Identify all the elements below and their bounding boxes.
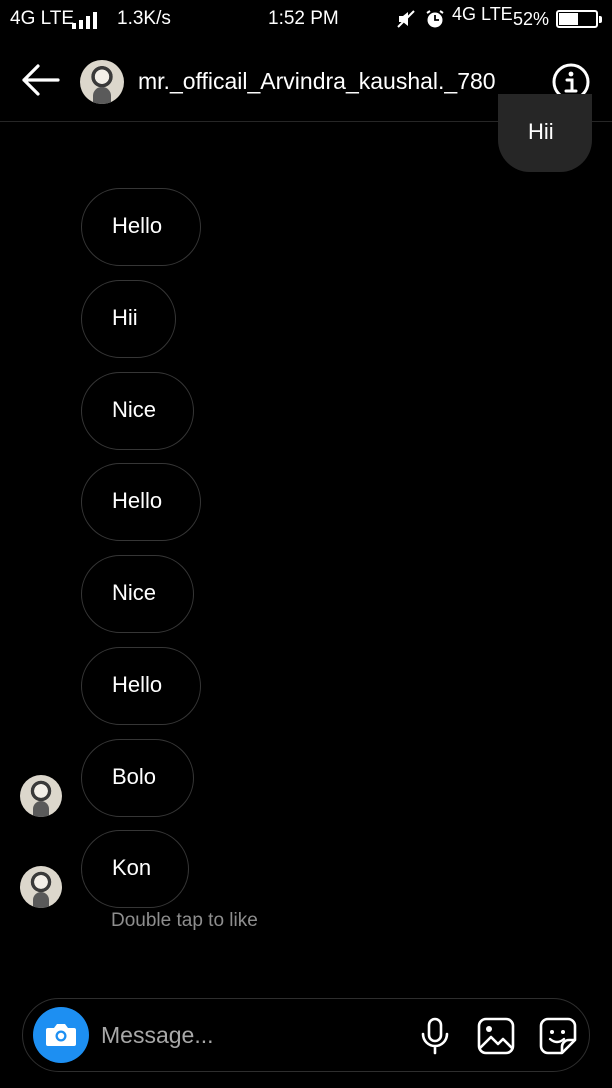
message-bubble-incoming[interactable]: Nice — [81, 555, 194, 633]
message-text: Hello — [112, 672, 163, 697]
network-type: 4G LTE — [10, 8, 75, 29]
clock: 1:52 PM — [268, 8, 339, 29]
network-speed: 1.3K/s — [117, 8, 171, 29]
alarm-icon — [426, 10, 444, 28]
contact-avatar[interactable] — [80, 60, 124, 104]
message-bubble-incoming[interactable]: Hii — [81, 280, 176, 358]
camera-button[interactable] — [33, 1007, 89, 1063]
contact-username[interactable]: mr._officail_Arvindra_kaushal._780 — [138, 68, 496, 95]
sticker-icon[interactable] — [538, 1016, 578, 1056]
message-text: Kon — [112, 855, 152, 880]
status-bar: 4G LTE 1.3K/s 1:52 PM 4G LTE 52% — [0, 0, 612, 38]
message-text: Hello — [112, 213, 163, 238]
sender-avatar[interactable] — [20, 775, 62, 817]
message-bubble-incoming[interactable]: Nice — [81, 372, 194, 450]
gallery-icon[interactable] — [476, 1016, 516, 1056]
message-bubble-incoming[interactable]: Bolo — [81, 739, 194, 817]
message-text: Nice — [112, 580, 157, 605]
battery-level — [559, 13, 578, 25]
message-text: Hii — [112, 305, 138, 330]
message-bubble-incoming[interactable]: Hello — [81, 463, 201, 541]
message-composer — [22, 998, 590, 1072]
microphone-icon[interactable] — [415, 1016, 455, 1056]
message-text: Hii — [528, 119, 554, 144]
network-type-secondary: 4G LTE — [452, 4, 513, 24]
battery-percent: 52% — [513, 9, 550, 29]
arrow-left-icon[interactable] — [18, 60, 62, 100]
camera-icon — [46, 1024, 76, 1046]
battery-icon — [556, 10, 602, 28]
mute-icon — [397, 10, 415, 28]
double-tap-hint: Double tap to like — [111, 910, 258, 931]
message-input[interactable] — [101, 1017, 401, 1053]
message-bubble-incoming[interactable]: Hello — [81, 647, 201, 725]
message-text: Hello — [112, 488, 163, 513]
signal-icon — [72, 12, 97, 29]
message-bubble-incoming[interactable]: Hello — [81, 188, 201, 266]
message-text: Nice — [112, 397, 157, 422]
sender-avatar[interactable] — [20, 866, 62, 908]
message-text: Bolo — [112, 764, 157, 789]
message-bubble-outgoing[interactable]: Hii — [498, 94, 592, 172]
message-bubble-incoming[interactable]: Kon — [81, 830, 189, 908]
